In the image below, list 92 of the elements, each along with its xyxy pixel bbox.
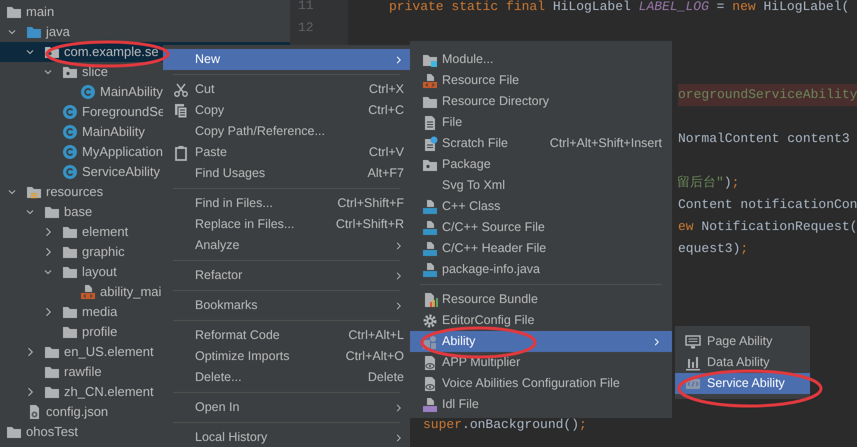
code-line: 留后台"); <box>677 174 740 192</box>
menu-item[interactable]: New <box>163 49 410 70</box>
menu-item[interactable]: Data Ability <box>675 352 810 373</box>
code-line: ew NotificationRequest( <box>678 218 857 236</box>
copy-icon <box>173 102 189 118</box>
menu-item[interactable]: Refactor <box>163 265 410 286</box>
menu-item[interactable]: Resource Directory <box>410 91 672 112</box>
menu-item[interactable]: Find Usages Alt+F7 <box>163 163 410 184</box>
file-icon <box>422 114 438 130</box>
tree-item[interactable]: java <box>0 22 290 42</box>
package-icon <box>44 44 60 60</box>
package-icon <box>62 64 78 80</box>
menu-item[interactable]: Service Ability <box>675 373 810 394</box>
clipboard-icon <box>173 144 189 160</box>
folder-icon <box>26 24 42 40</box>
resource-bundle-icon <box>422 292 438 308</box>
menu-item[interactable]: Copy Ctrl+C <box>163 100 410 121</box>
shortcut-label: Ctrl+C <box>368 102 404 120</box>
folder-icon <box>44 384 60 400</box>
scratch-file-icon <box>422 136 438 152</box>
menu-item[interactable]: C/C++ Source File <box>410 217 672 238</box>
scissors-icon <box>173 82 189 98</box>
menu-item[interactable]: Module... <box>410 49 672 70</box>
folder-icon <box>6 4 22 20</box>
folder-icon <box>62 264 78 280</box>
menu-item[interactable]: File <box>410 112 672 133</box>
menu-item[interactable]: EditorConfig File <box>410 310 672 331</box>
menu-item[interactable]: Replace in Files... Ctrl+Shift+R <box>163 214 410 235</box>
folder-icon <box>44 364 60 380</box>
code-line: NormalContent content3 <box>678 130 850 148</box>
shortcut-label: Ctrl+Shift+R <box>336 216 404 234</box>
shortcut-label: Alt+F7 <box>368 165 404 182</box>
folder-icon <box>62 304 78 320</box>
folder-icon <box>44 344 60 360</box>
monitor-icon <box>685 334 701 350</box>
class-icon <box>80 84 96 100</box>
shortcut-label: Ctrl+Alt+O <box>346 348 404 366</box>
shortcut-label: Ctrl+Shift+F <box>337 195 404 212</box>
folder-icon <box>62 324 78 340</box>
menu-item[interactable]: Resource File <box>410 70 672 91</box>
shortcut-label: Ctrl+V <box>368 144 404 162</box>
folder-icon <box>62 244 78 260</box>
menu-item[interactable]: C/C++ Header File <box>410 238 672 259</box>
menu-item[interactable]: Analyze <box>163 235 410 256</box>
class-icon <box>62 104 78 120</box>
menu-item[interactable]: Cut Ctrl+X <box>163 79 410 100</box>
shortcut-label: Ctrl+Alt+Shift+Insert <box>550 135 662 152</box>
ability-icon <box>422 334 438 350</box>
menu-item[interactable]: Page Ability <box>675 331 810 352</box>
code-line: private static final HiLogLabel LABEL_LOG = new HiLogLabel( <box>389 0 850 16</box>
tree-item[interactable]: main <box>0 2 290 22</box>
menu-item[interactable]: APP Multiplier <box>410 352 672 373</box>
eye-file-icon <box>422 376 438 392</box>
folder-icon <box>44 204 60 220</box>
resources-folder-icon <box>26 184 42 200</box>
menu-item[interactable]: Optimize Imports Ctrl+Alt+O <box>163 346 410 367</box>
menu-item[interactable]: Find in Files... Ctrl+Shift+F <box>163 193 410 214</box>
menu-item[interactable]: Scratch File Ctrl+Alt+Shift+Insert <box>410 133 672 154</box>
folder-icon <box>62 224 78 240</box>
menu-item[interactable]: Voice Abilities Configuration File <box>410 373 672 394</box>
class-icon <box>62 144 78 160</box>
code-line: Content notificationCon <box>678 196 857 214</box>
class-icon <box>62 164 78 180</box>
menu-item[interactable]: Package <box>410 154 672 175</box>
menu-item[interactable]: Bookmarks <box>163 295 410 316</box>
idl-file-icon <box>422 396 438 412</box>
xml-file-icon <box>80 284 96 300</box>
menu-item[interactable]: C++ Class <box>410 196 672 217</box>
shortcut-label: Ctrl+X <box>368 81 404 98</box>
resource-file-icon <box>422 72 438 88</box>
class-icon <box>62 124 78 140</box>
source-file-icon <box>422 198 438 214</box>
code-line: equest3); <box>678 240 748 258</box>
eye-file-icon <box>422 354 438 370</box>
menu-item[interactable]: Local History <box>163 427 410 447</box>
menu-item[interactable]: Ability <box>410 331 672 352</box>
menu-item[interactable]: Svg To Xml <box>410 175 672 196</box>
folder-icon <box>6 424 22 440</box>
source-file-icon <box>422 262 438 278</box>
bar-chart-icon <box>685 354 701 370</box>
menu-item[interactable]: Resource Bundle <box>410 289 672 310</box>
menu-item[interactable]: Paste Ctrl+V <box>163 142 410 163</box>
shortcut-label: Delete <box>368 369 404 386</box>
menu-item[interactable]: Copy Path/Reference... <box>163 121 410 142</box>
source-file-icon <box>422 220 438 236</box>
menu-item[interactable]: Idl File <box>410 394 672 415</box>
menu-item[interactable]: package-info.java <box>410 259 672 280</box>
source-file-icon <box>422 240 438 256</box>
menu-item[interactable]: Reformat Code Ctrl+Alt+L <box>163 325 410 346</box>
shortcut-label: Ctrl+Alt+L <box>348 327 404 344</box>
code-line: super.onBackground(); <box>423 416 587 434</box>
gear-icon <box>422 312 438 328</box>
